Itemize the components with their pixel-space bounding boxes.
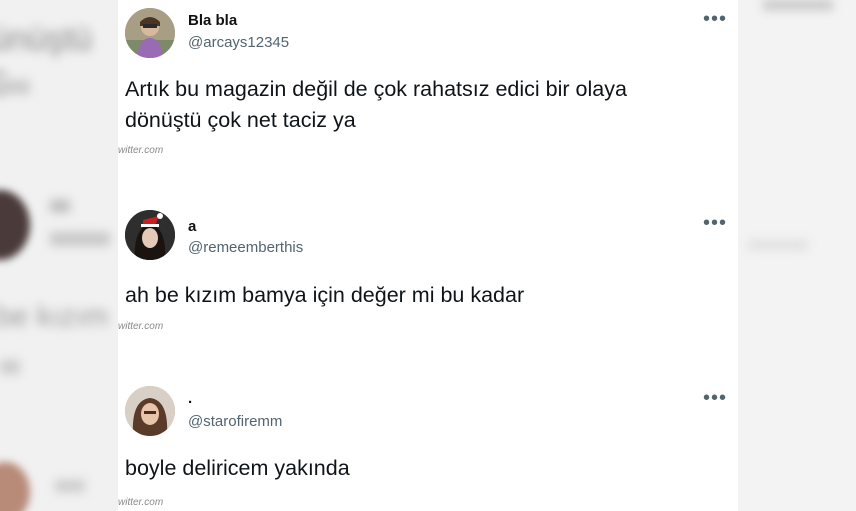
display-name[interactable]: . [188,390,192,407]
blurred-avatar [0,190,30,260]
source-label: witter.com [118,145,164,156]
tweet-text-line: ah be kızım bamya için değer mi bu kadar [125,283,525,307]
user-handle[interactable]: @arcays12345 [188,34,289,51]
user-handle[interactable]: @remeemberthis [188,239,303,256]
blurred-shape [763,0,833,10]
tweet-text: Artık bu magazin değil de çok rahatsız e… [125,74,725,136]
tweet-card[interactable]: a @remeemberthis ••• ah be kızım bamya i… [118,196,738,341]
blurred-shape [0,360,20,374]
avatar[interactable] [125,210,175,260]
display-name[interactable]: a [188,218,196,235]
blurred-shape [50,232,110,246]
blurred-text: be kızım [0,300,109,333]
more-options-icon[interactable]: ••• [703,388,727,408]
blurred-shape [55,480,85,492]
avatar[interactable] [125,8,175,58]
avatar[interactable] [125,386,175,436]
blurred-background-right [738,0,856,511]
tweet-text-line: Artık bu magazin değil de çok rahatsız e… [125,77,627,101]
blurred-background-left: ünüştü ç be kızım [0,0,118,511]
blurred-shape [0,80,30,94]
user-avatar-icon [125,8,175,58]
tweet-text: ah be kızım bamya için değer mi bu kadar [125,280,725,311]
tweet-text-line: boyle deliricem yakında [125,456,350,480]
tweet-card[interactable]: Bla bla @arcays12345 ••• Artık bu magazi… [118,0,738,175]
more-options-icon[interactable]: ••• [703,213,727,233]
display-name[interactable]: Bla bla [188,12,237,29]
source-label: witter.com [118,497,164,508]
source-label: witter.com [118,321,164,332]
user-handle[interactable]: @starofiremm [188,413,282,430]
blurred-avatar [0,462,30,511]
user-avatar-icon [125,210,175,260]
tweet-card[interactable]: . @starofiremm ••• boyle deliricem yakın… [118,370,738,511]
blurred-shape [748,240,808,250]
more-options-icon[interactable]: ••• [703,9,727,29]
user-avatar-icon [125,386,175,436]
tweet-text: boyle deliricem yakında [125,453,725,484]
blurred-shape [50,200,70,212]
tweet-text-line: dönüştü çok net taciz ya [125,108,356,132]
